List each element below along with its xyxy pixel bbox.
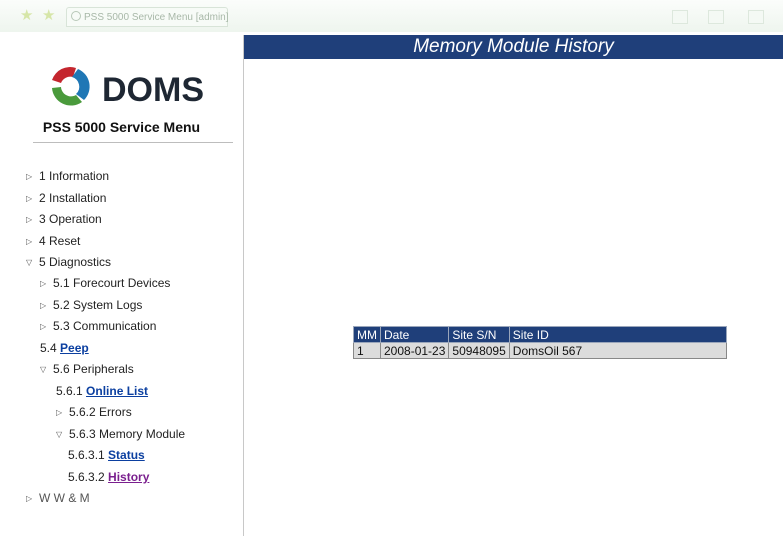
nav-item-peep: 5.4 Peep [40,341,89,355]
cell-site-id: DomsOil 567 [508,342,727,359]
expand-triangle-icon[interactable]: ▷ [26,191,36,207]
nav-item-forecourt-devices[interactable]: ▷ 5.1 Forecourt Devices [40,275,170,291]
print-icon[interactable] [748,10,764,24]
favorites-list-icon[interactable]: ★ [42,8,56,23]
nav-item-installation[interactable]: ▷ 2 Installation [26,190,106,206]
nav-item-reset[interactable]: ▷ 4 Reset [26,233,80,249]
logo-text: DOMS [102,71,204,109]
expand-triangle-icon[interactable]: ▷ [40,298,50,314]
expand-triangle-icon[interactable]: ▷ [26,234,36,250]
nav-item-online-list: 5.6.1 Online List [56,384,149,398]
nav-item-status: 5.6.3.1 Status [68,448,145,462]
feeds-icon[interactable] [708,10,724,24]
nav-item-operation[interactable]: ▷ 3 Operation [26,211,102,227]
nav-item-system-logs[interactable]: ▷ 5.2 System Logs [40,297,142,313]
expand-triangle-icon[interactable]: ▷ [26,169,36,185]
expand-triangle-icon[interactable]: ▷ [26,491,36,507]
cell-mm: 1 [353,342,381,359]
history-link[interactable]: History [108,470,149,484]
doms-logo: DOMS [52,67,204,109]
history-table: MM Date Site S/N Site ID 1 2008-01-23 50… [353,326,727,359]
collapse-triangle-icon[interactable]: ▽ [56,427,66,443]
collapse-triangle-icon[interactable]: ▽ [40,362,50,378]
table-row: 1 2008-01-23 50948095 DomsOil 567 [353,342,727,359]
sidebar: DOMS PSS 5000 Service Menu ▷ 1 Informatio… [0,35,243,536]
online-list-link[interactable]: Online List [86,384,148,398]
sidebar-divider [243,35,244,536]
divider [33,142,233,143]
column-header-site-sn: Site S/N [448,326,510,343]
expand-triangle-icon[interactable]: ▷ [40,319,50,335]
nav-item-memory-module[interactable]: ▽ 5.6.3 Memory Module [56,426,185,442]
page-loading-icon [71,11,81,21]
column-header-mm: MM [353,326,381,343]
nav-item-peripherals[interactable]: ▽ 5.6 Peripherals [40,361,134,377]
peep-link[interactable]: Peep [60,341,89,355]
column-header-date: Date [379,326,450,343]
nav-item-information[interactable]: ▷ 1 Information [26,168,109,184]
collapse-triangle-icon[interactable]: ▽ [26,255,36,271]
nav-item-errors[interactable]: ▷ 5.6.2 Errors [56,404,132,420]
cell-date: 2008-01-23 [379,342,450,359]
browser-tab[interactable]: PSS 5000 Service Menu [admin] [66,7,229,27]
status-link[interactable]: Status [108,448,145,462]
browser-tab-title: PSS 5000 Service Menu [admin] [84,12,229,23]
menu-title: PSS 5000 Service Menu [42,119,201,135]
favorite-star-icon[interactable]: ★ [20,8,34,23]
nav-item-wwm[interactable]: ▷ W W & M [26,490,90,506]
browser-tab-bar: ★ ★ PSS 5000 Service Menu [admin] [0,0,783,32]
expand-triangle-icon[interactable]: ▷ [56,405,66,421]
expand-triangle-icon[interactable]: ▷ [26,212,36,228]
column-header-site-id: Site ID [508,326,727,343]
cell-site-sn: 50948095 [448,342,510,359]
expand-triangle-icon[interactable]: ▷ [40,276,50,292]
page-title: Memory Module History [244,35,783,59]
nav-item-communication[interactable]: ▷ 5.3 Communication [40,318,156,334]
nav-item-history: 5.6.3.2 History [68,470,150,484]
nav-item-diagnostics[interactable]: ▽ 5 Diagnostics [26,254,111,270]
table-header-row: MM Date Site S/N Site ID [353,326,727,343]
home-icon[interactable] [672,10,688,24]
